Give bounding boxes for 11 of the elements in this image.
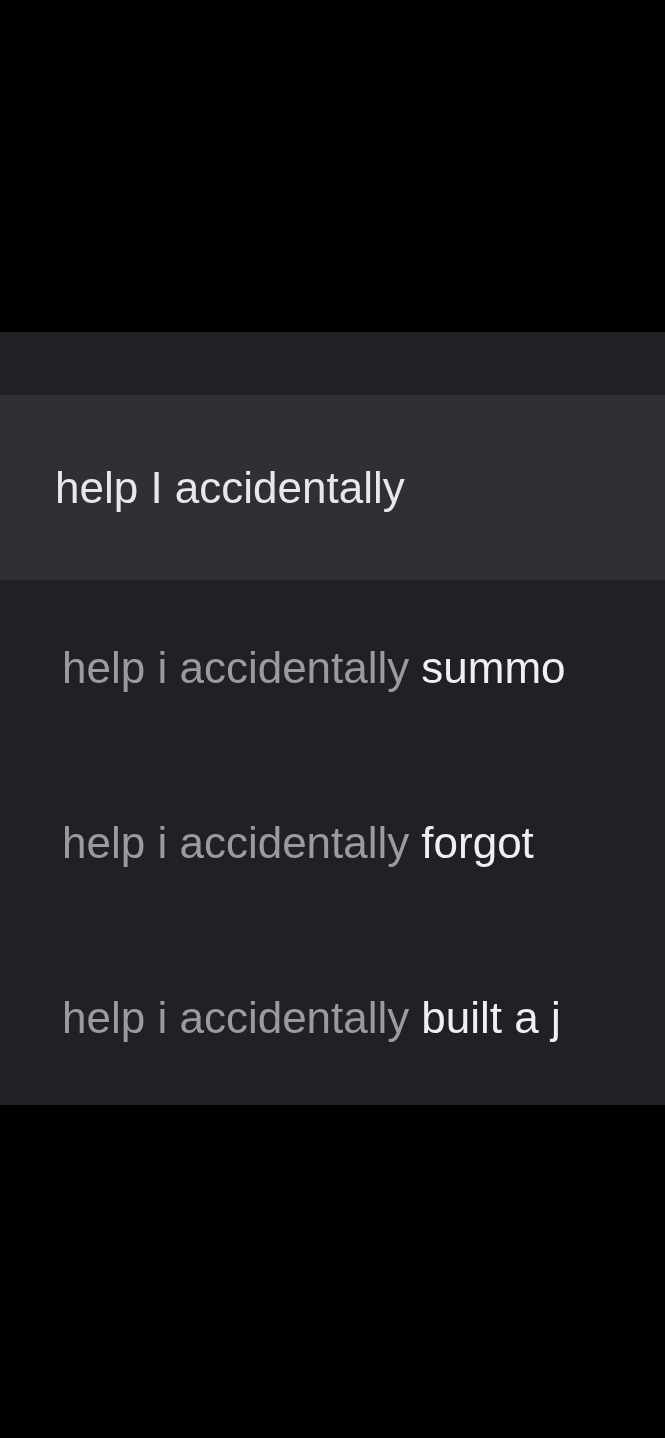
search-field[interactable]: help I accidentally xyxy=(0,395,665,580)
suggestion-prefix: help i accidentally xyxy=(62,991,410,1044)
suggestion-item[interactable]: help i accidentally built a j xyxy=(0,930,665,1105)
search-input[interactable]: help I accidentally xyxy=(55,454,655,521)
suggestion-completion: forgot xyxy=(421,816,534,869)
suggestion-item[interactable]: help i accidentally forgot xyxy=(0,755,665,930)
suggestion-item[interactable]: help i accidentally summo xyxy=(0,580,665,755)
suggestion-completion: built a j xyxy=(421,991,561,1044)
suggestion-prefix: help i accidentally xyxy=(62,641,410,694)
suggestion-completion: summo xyxy=(421,641,566,694)
suggestion-prefix: help i accidentally xyxy=(62,816,410,869)
